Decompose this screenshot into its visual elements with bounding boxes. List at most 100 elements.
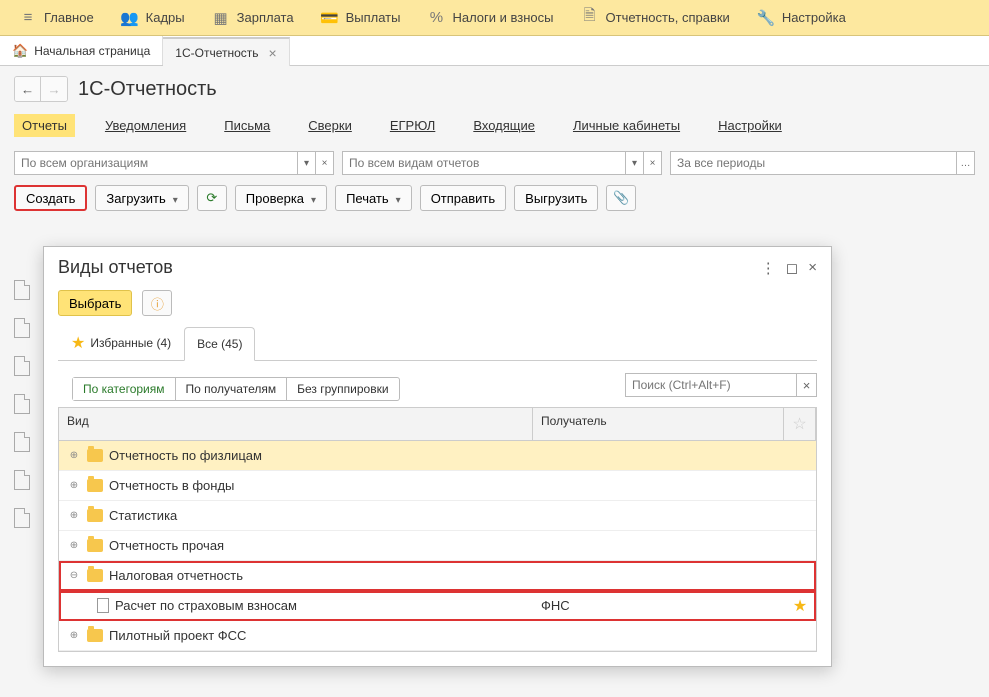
linktab-notifications[interactable]: Уведомления	[97, 114, 194, 137]
menu-taxes[interactable]: %Налоги и взносы	[414, 0, 567, 35]
row-label: Пилотный проект ФСС	[109, 628, 246, 643]
nav-back-button[interactable]: ←	[15, 77, 41, 101]
filter-type-input[interactable]	[343, 152, 625, 174]
doc-icon	[97, 598, 109, 613]
menu-settings[interactable]: 🔧 Настройка	[744, 0, 860, 35]
nav-forward-button[interactable]: →	[41, 77, 67, 101]
tab-favorites[interactable]: ★ Избранные (4)	[58, 326, 184, 360]
search-box[interactable]: ×	[625, 373, 817, 397]
load-button[interactable]: Загрузить	[95, 185, 188, 211]
filter-org-input[interactable]	[15, 152, 297, 174]
dropdown-icon[interactable]: ▾	[297, 152, 315, 174]
menu-label: Настройка	[782, 10, 846, 25]
report-types-modal: Виды отчетов ⋮ ◻ × Выбрать ⓘ ★Избранные …	[43, 246, 832, 667]
dropdown-icon[interactable]: ▾	[625, 152, 643, 174]
sub-tabs: По категориям По получателям Без группир…	[72, 377, 400, 401]
doc-icon: 🗎	[582, 10, 598, 26]
wrench-icon: 🔧	[758, 10, 774, 26]
close-icon[interactable]: ×	[269, 45, 277, 61]
col-star[interactable]: ☆	[784, 408, 816, 440]
star-icon: ★	[71, 333, 85, 353]
ellipsis-icon[interactable]: …	[956, 152, 974, 174]
row-label: Статистика	[109, 508, 177, 523]
top-menu: ≡Главное 👥Кадры ▦Зарплата 💳Выплаты %Нало…	[0, 0, 989, 36]
tab-label: 1С-Отчетность	[175, 46, 258, 60]
tab-all[interactable]: Все (45)	[184, 327, 255, 361]
create-button[interactable]: Создать	[14, 185, 87, 211]
subtab-by-category[interactable]: По категориям	[73, 378, 176, 400]
subtab-by-recipient[interactable]: По получателям	[176, 378, 288, 400]
attach-button[interactable]: 📎	[606, 185, 636, 211]
menu-label: Налоги и взносы	[452, 10, 553, 25]
expand-icon[interactable]: ⊕	[67, 479, 81, 493]
star-icon: ☆	[792, 414, 806, 434]
linktab-cabinets[interactable]: Личные кабинеты	[565, 114, 688, 137]
filter-org[interactable]: ▾×	[14, 151, 334, 175]
filter-type[interactable]: ▾×	[342, 151, 662, 175]
row-folder-fss-pilot[interactable]: ⊕ Пилотный проект ФСС	[59, 621, 816, 651]
expand-icon[interactable]: ⊕	[67, 539, 81, 553]
info-button[interactable]: ⓘ	[142, 290, 172, 316]
btn-label: Проверка	[246, 191, 304, 206]
menu-main[interactable]: ≡Главное	[6, 0, 108, 35]
link-tabs: Отчеты Уведомления Письма Сверки ЕГРЮЛ В…	[14, 114, 975, 137]
row-recipient: ФНС	[533, 598, 784, 613]
col-recipient[interactable]: Получатель	[533, 408, 784, 440]
folder-icon	[87, 539, 103, 552]
menu-payments[interactable]: 💳Выплаты	[308, 0, 415, 35]
menu-label: Выплаты	[346, 10, 401, 25]
tab-home[interactable]: 🏠Начальная страница	[0, 36, 163, 65]
page-body: ← → 1С-Отчетность Отчеты Уведомления Пис…	[0, 66, 989, 221]
folder-icon	[87, 479, 103, 492]
expand-icon[interactable]: ⊕	[67, 449, 81, 463]
clear-icon[interactable]: ×	[315, 152, 333, 174]
filter-period-input[interactable]	[671, 152, 956, 174]
maximize-icon[interactable]: ◻	[786, 259, 798, 277]
refresh-icon: ⟳	[206, 190, 217, 206]
menu-salary[interactable]: ▦Зарплата	[199, 0, 308, 35]
tab-label: Избранные (4)	[90, 336, 171, 350]
tab-label: Начальная страница	[34, 44, 150, 58]
linktab-reports[interactable]: Отчеты	[14, 114, 75, 137]
row-doc-insurance-calc[interactable]: Расчет по страховым взносам ФНС ★	[59, 591, 816, 621]
collapse-icon[interactable]: ⊖	[67, 569, 81, 583]
filter-period[interactable]: …	[670, 151, 975, 175]
row-folder-physlica[interactable]: ⊕Отчетность по физлицам	[59, 441, 816, 471]
refresh-button[interactable]: ⟳	[197, 185, 227, 211]
row-label: Расчет по страховым взносам	[115, 598, 297, 613]
linktab-letters[interactable]: Письма	[216, 114, 278, 137]
menu-staff[interactable]: 👥Кадры	[108, 0, 199, 35]
send-button[interactable]: Отправить	[420, 185, 506, 211]
btn-label: Загрузить	[106, 191, 165, 206]
linktab-reconcile[interactable]: Сверки	[300, 114, 360, 137]
search-input[interactable]	[626, 378, 796, 392]
linktab-incoming[interactable]: Входящие	[465, 114, 543, 137]
row-folder-tax[interactable]: ⊖Налоговая отчетность	[59, 561, 816, 591]
clear-icon[interactable]: ×	[643, 152, 661, 174]
col-type[interactable]: Вид	[59, 408, 533, 440]
expand-icon[interactable]: ⊕	[67, 629, 81, 643]
row-folder-stat[interactable]: ⊕ Статистика	[59, 501, 816, 531]
export-button[interactable]: Выгрузить	[514, 185, 598, 211]
linktab-settings[interactable]: Настройки	[710, 114, 790, 137]
kebab-icon[interactable]: ⋮	[761, 259, 776, 277]
row-folder-other[interactable]: ⊕Отчетность прочая	[59, 531, 816, 561]
menu-reports[interactable]: 🗎Отчетность, справки	[568, 0, 744, 35]
check-button[interactable]: Проверка	[235, 185, 327, 211]
toolbar: Создать Загрузить ⟳ Проверка Печать Отпр…	[14, 185, 975, 211]
menu-label: Зарплата	[237, 10, 294, 25]
choose-button[interactable]: Выбрать	[58, 290, 132, 316]
linktab-egrul[interactable]: ЕГРЮЛ	[382, 114, 443, 137]
expand-icon[interactable]: ⊕	[67, 509, 81, 523]
star-icon[interactable]: ★	[793, 596, 807, 616]
print-button[interactable]: Печать	[335, 185, 412, 211]
subtab-no-group[interactable]: Без группировки	[287, 378, 398, 400]
close-icon[interactable]: ×	[808, 259, 817, 276]
tab-1c-reporting[interactable]: 1С-Отчетность ×	[163, 37, 289, 66]
clear-icon[interactable]: ×	[796, 374, 816, 396]
grid-body[interactable]: ⊕Отчетность по физлицам ⊕Отчетность в фо…	[59, 441, 816, 651]
paperclip-icon: 📎	[613, 190, 629, 206]
row-folder-fondy[interactable]: ⊕Отчетность в фонды	[59, 471, 816, 501]
page-title: 1С-Отчетность	[78, 78, 217, 101]
subtab-search-row: По категориям По получателям Без группир…	[58, 369, 817, 401]
